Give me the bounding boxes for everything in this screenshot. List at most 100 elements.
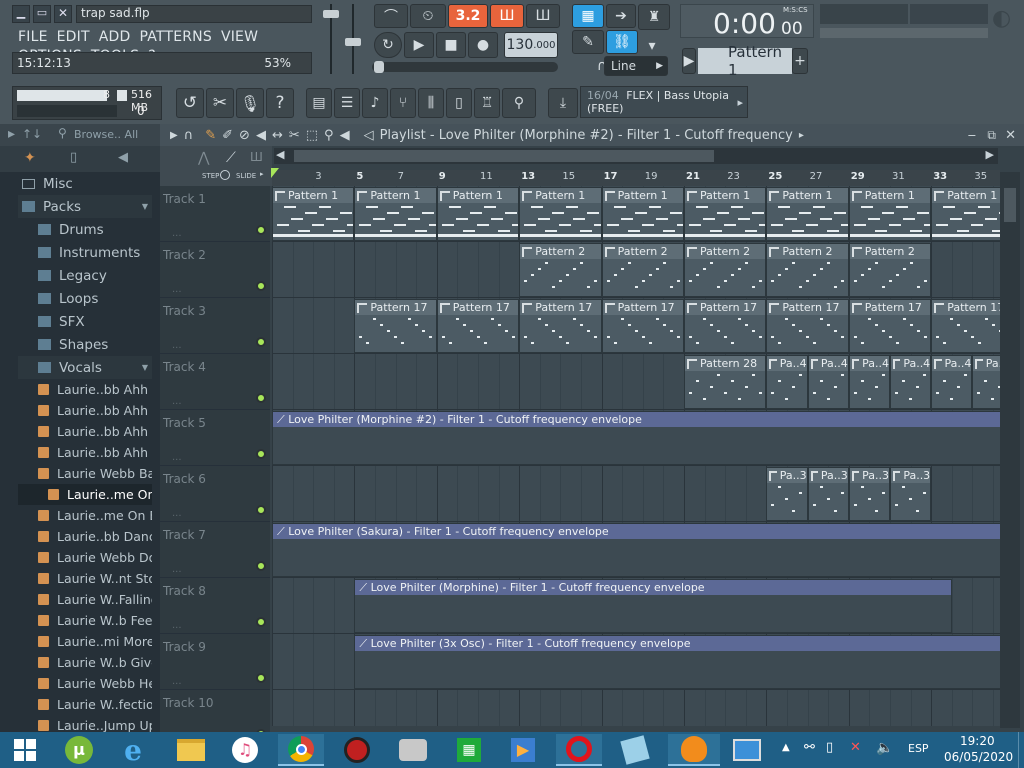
pattern-clip[interactable]: Pa..3 [807, 467, 849, 521]
track-header[interactable]: Track 4... [160, 354, 270, 410]
track-header[interactable]: Track 3... [160, 298, 270, 354]
track-grip-icon[interactable]: ... [172, 228, 182, 239]
sample-item-selected[interactable]: Laurie..me On A [18, 484, 152, 505]
browser-tree-icon[interactable]: ⑂ [390, 88, 416, 118]
snap-selector[interactable]: Line ▶ [604, 56, 668, 76]
link-icon[interactable]: ⛓ [606, 30, 638, 54]
track-grip-icon[interactable]: ... [172, 452, 182, 463]
sample-item[interactable]: Laurie..bb Ahh C [18, 421, 152, 442]
scroll-right-icon[interactable]: ▶ [986, 148, 994, 161]
speaker-icon[interactable]: ◀ [118, 150, 128, 165]
browser-item-legacy[interactable]: Legacy [18, 264, 152, 287]
pattern-clip[interactable]: Pa..4 [766, 355, 808, 409]
usb-icon[interactable]: ⚯ [804, 740, 815, 755]
opera-icon[interactable] [556, 734, 602, 766]
help-icon[interactable]: ? [266, 88, 294, 118]
search-icon[interactable]: ⚲ [58, 126, 67, 140]
restore-icon[interactable]: ⧉ [987, 128, 996, 143]
minimize-icon[interactable]: ‒ [968, 128, 976, 143]
pattern-clip[interactable]: Pattern 2 [684, 243, 767, 297]
pattern-clip[interactable]: Pattern 28 [684, 355, 767, 409]
stop-button[interactable]: ■ [436, 32, 466, 58]
channel-rack-icon[interactable]: ☰ [334, 88, 360, 118]
browser-item-packs[interactable]: Packs ▼ [18, 195, 152, 218]
magnet-icon[interactable]: ∩ [184, 128, 194, 143]
playback-tool-icon[interactable]: ◀ [340, 128, 350, 143]
pattern-clip[interactable]: Pattern 1 [931, 187, 1000, 241]
sample-item[interactable]: Laurie..bb Dance [18, 526, 152, 547]
start-button-icon[interactable] [2, 734, 48, 766]
track-grip-icon[interactable]: ... [172, 396, 182, 407]
pattern-clip[interactable]: Pa..4 [931, 355, 973, 409]
pattern-clip[interactable]: Pattern 17 [354, 299, 437, 353]
fl-studio-icon[interactable] [668, 734, 720, 766]
pattern-clip[interactable]: Pattern 17 [931, 299, 1000, 353]
sample-item[interactable]: Laurie Webb Baby [18, 463, 152, 484]
track-header[interactable]: Track 1... [160, 186, 270, 242]
arrangement-grid[interactable]: Pattern 1 Pattern 1 Pattern 1 Pattern 1 Patt… [272, 186, 1000, 726]
sample-item[interactable]: Laurie..bb Ahh D [18, 442, 152, 463]
sample-item[interactable]: Laurie..mi More [18, 631, 152, 652]
pattern-clip[interactable]: Pa..4 [848, 355, 890, 409]
download-icon[interactable]: ⤓ [548, 88, 578, 118]
maximize-icon[interactable]: ▭ [33, 5, 51, 23]
tree-view-icon[interactable]: ✦ [24, 150, 36, 166]
select-tool-icon[interactable]: ⬚ [306, 128, 318, 143]
camera-app-icon[interactable] [390, 734, 436, 766]
track-header[interactable]: Track 2... [160, 242, 270, 298]
tray-chevron-icon[interactable]: ▲ [782, 742, 790, 753]
sample-item[interactable]: Laurie W..b Feel It [18, 610, 152, 631]
language-indicator[interactable]: ESP [908, 742, 929, 755]
pattern-arrow-icon[interactable]: ▶ [682, 48, 696, 74]
tempo-display[interactable]: 130.000 [504, 32, 558, 58]
track-mute-led[interactable] [256, 225, 266, 235]
pattern-clip[interactable]: Pattern 2 [519, 243, 602, 297]
pattern-clip[interactable]: Pattern 1 [684, 187, 767, 241]
pattern-clip[interactable]: Pa..4 [972, 355, 1000, 409]
step-menu-icon[interactable]: ▸ [260, 170, 264, 178]
close-icon[interactable]: ✕ [54, 5, 72, 23]
track-grip-icon[interactable]: ... [172, 620, 182, 631]
zoom-tool-icon[interactable]: ⚲ [324, 128, 334, 143]
track-header[interactable]: Track 5... [160, 410, 270, 466]
pattern-clip[interactable]: Pattern 17 [601, 299, 684, 353]
paint-tool-icon[interactable]: ✐ [222, 128, 233, 143]
pattern-clip[interactable]: Pattern 2 [766, 243, 849, 297]
menu-view[interactable]: VIEW [221, 29, 258, 45]
browser-item-instruments[interactable]: Instruments [18, 241, 152, 264]
media-player-icon[interactable]: ▶ [500, 734, 546, 766]
track-mute-led[interactable] [256, 673, 266, 683]
volume-icon[interactable]: 🔈 [876, 740, 893, 756]
wait-record-icon[interactable]: ⏲ [410, 4, 446, 28]
clock-date[interactable]: 06/05/2020 [944, 750, 1013, 764]
browser-item-vocals[interactable]: Vocals ▼ [18, 356, 152, 379]
options-arrow-icon[interactable]: ▶ [170, 130, 178, 141]
pattern-song-toggle[interactable]: ↻ [374, 32, 402, 58]
pattern-clip[interactable]: Pattern 1 [519, 187, 602, 241]
automation-clip[interactable]: ⟋ Love Philter (Sakura) - Filter 1 - Cut… [272, 523, 1000, 577]
pattern-clip[interactable]: Pa..3 [766, 467, 808, 521]
pattern-selector[interactable]: Pattern 1 [698, 43, 792, 79]
internet-explorer-icon[interactable]: e [110, 734, 156, 767]
pattern-clip[interactable]: Pa..3 [890, 467, 932, 521]
track-header[interactable]: Track 7... [160, 522, 270, 578]
itunes-icon[interactable]: ♫ [222, 734, 268, 766]
track-grip-icon[interactable]: ... [172, 676, 182, 687]
pattern-clip[interactable]: Pa..3 [848, 467, 890, 521]
pattern-clip[interactable]: Pattern 17 [684, 299, 767, 353]
arrow-right-icon[interactable]: ➔ [606, 4, 636, 28]
sample-item[interactable]: Laurie Webb Hey [18, 673, 152, 694]
timeline-ruler[interactable]: 3 5 7 9 11 13 15 17 19 21 23 25 27 29 31 33 35 [272, 170, 1000, 186]
master-pitch-slider[interactable] [342, 4, 364, 74]
show-desktop-button[interactable] [1018, 732, 1024, 768]
pattern-clip[interactable]: Pa..4 [890, 355, 932, 409]
microphone-icon[interactable]: 🎙 [236, 88, 264, 118]
track-mute-led[interactable] [256, 561, 266, 571]
scissors-icon[interactable]: ✂ [206, 88, 234, 118]
sample-item[interactable]: Laurie..bb Ahh A [18, 379, 152, 400]
sort-icon[interactable]: ↑↓ [22, 127, 42, 141]
photos-icon[interactable] [724, 734, 770, 766]
menu-add[interactable]: ADD [99, 29, 131, 45]
automation-icon[interactable]: ⟋ [226, 150, 236, 166]
track-header[interactable]: Track 6... [160, 466, 270, 522]
